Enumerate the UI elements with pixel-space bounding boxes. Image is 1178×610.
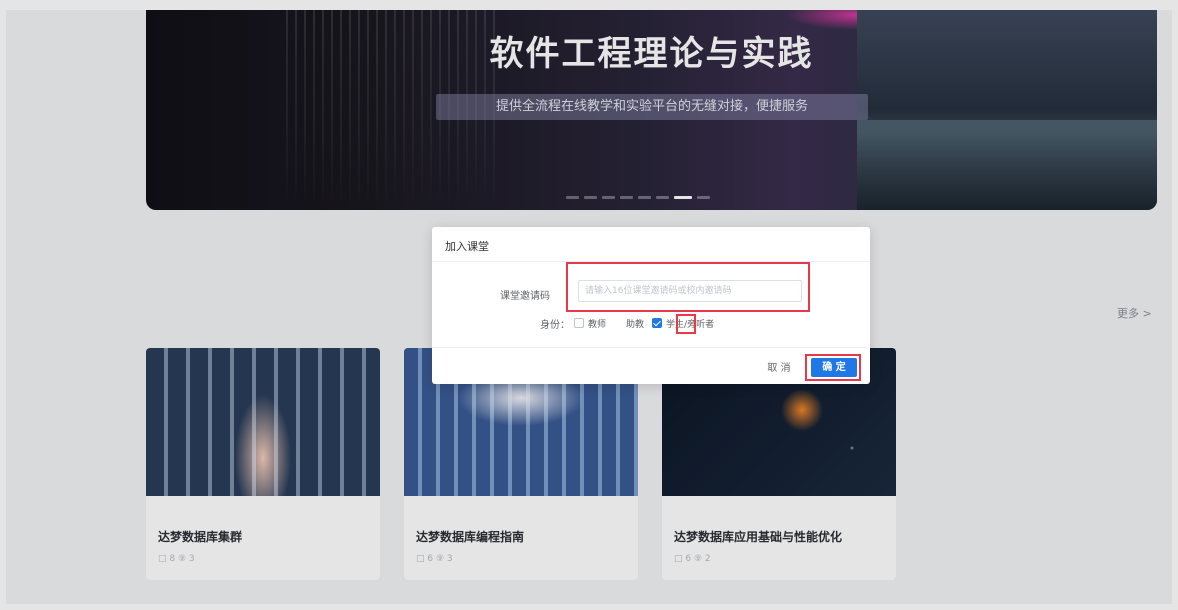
invite-code-highlight	[566, 262, 810, 312]
option-assistant[interactable]: 助教	[626, 317, 644, 330]
cancel-button[interactable]: 取 消	[761, 360, 797, 378]
identity-label: 身份：	[540, 319, 570, 331]
student-checkbox[interactable]	[652, 318, 663, 328]
invite-code-label: 课堂邀请码	[500, 291, 550, 302]
student-checkbox-highlight	[676, 314, 696, 334]
option-label: 助教	[626, 319, 645, 330]
teacher-checkbox[interactable]	[574, 318, 584, 328]
dialog-title: 加入课堂	[445, 240, 489, 253]
confirm-button-highlight	[805, 354, 861, 381]
option-teacher[interactable]: 教师	[574, 317, 606, 330]
divider	[432, 347, 870, 348]
identity-row: 身份： 教师 助教 学生/旁听者	[540, 316, 734, 331]
option-label: 教师	[588, 319, 607, 330]
